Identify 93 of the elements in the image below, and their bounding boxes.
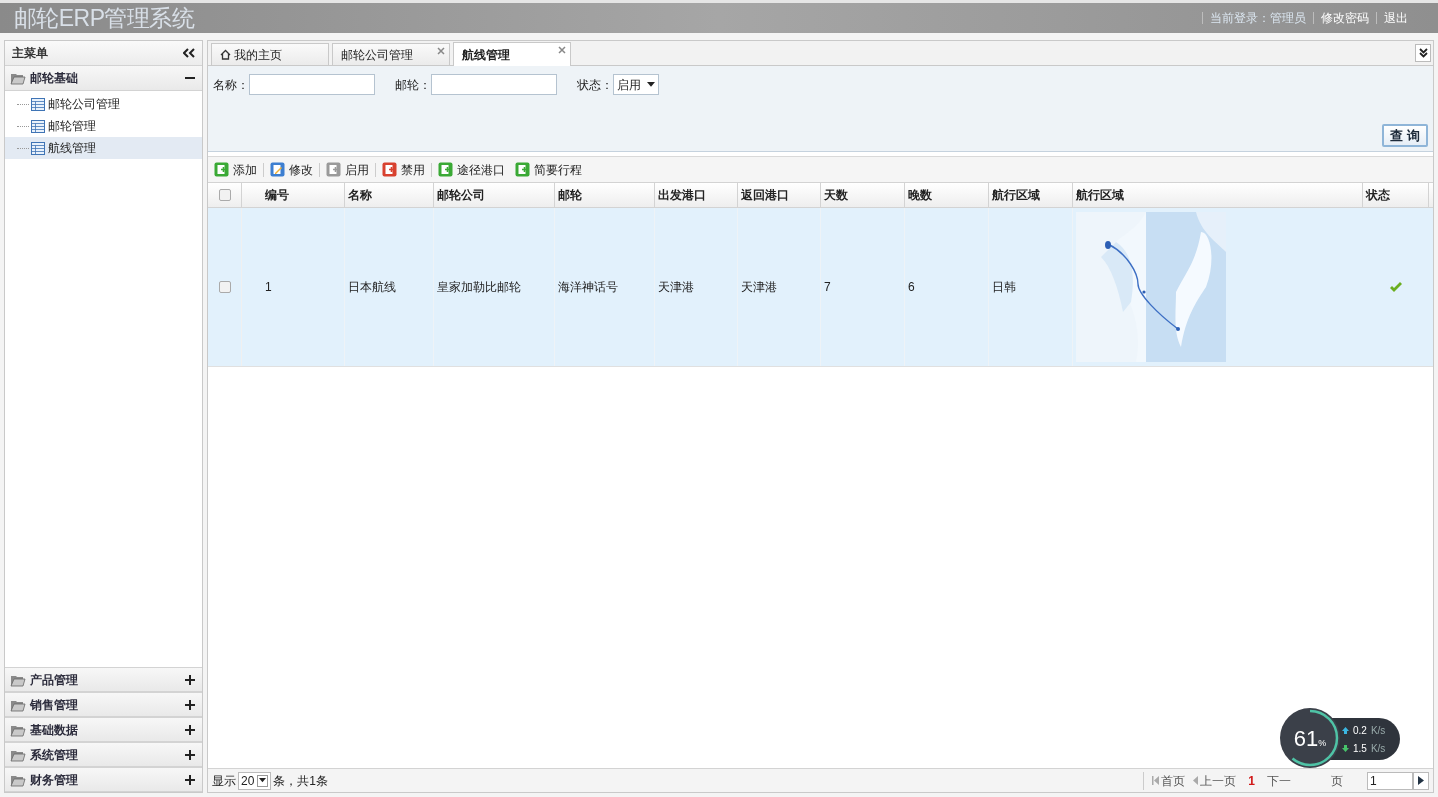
usage-percent: 61% [1293,724,1327,753]
toolbar-button[interactable]: 途径港口 [438,160,505,179]
current-user-label: 当前登录：管理员 [1210,10,1306,27]
close-icon[interactable] [437,47,445,55]
table-icon [31,119,45,133]
column-header: 返回港口 [738,183,821,207]
menu-item[interactable]: 航线管理 [5,137,202,159]
caret-icon [647,82,655,87]
menu-group-label: 邮轮基础 [30,70,78,87]
first-page-icon [1152,776,1160,785]
collapse-icon[interactable] [183,48,195,58]
current-page: 1 [1248,772,1255,790]
menu-item[interactable]: 邮轮公司管理 [5,93,202,115]
page-size-select[interactable]: 20 [238,771,272,790]
tab[interactable]: 航线管理 [453,42,571,66]
table-cell-text: 天津港 [658,279,694,296]
table-icon [31,97,45,111]
field-label: 状态： [577,76,613,94]
menu-group-header[interactable]: 基础数据 [5,717,202,742]
previous-page-icon [1193,776,1199,785]
home-icon [220,49,231,60]
document-icon [438,162,453,177]
folder-icon [10,71,26,85]
pencil-icon [270,162,285,177]
table-cell-text: 1 [265,279,272,296]
column-header: 名称 [345,183,434,207]
text-field[interactable] [249,74,375,95]
toolbar-button[interactable]: 简要行程 [515,160,582,179]
page-input[interactable]: 1 [1367,771,1413,790]
up-arrow-icon [1342,726,1349,734]
tab-menu-button[interactable] [1415,44,1431,62]
table-cell-text: 天津港 [741,279,777,296]
table-cell-text: 皇家加勒比邮轮 [437,279,521,296]
menu-group-label: 财务管理 [30,771,78,789]
pager-link[interactable]: 页 [1331,771,1343,790]
chevrons-down-icon [1418,48,1428,58]
select-all-checkbox[interactable] [218,189,231,201]
table-cell-text: 6 [908,279,915,296]
table-cell-text: 海洋神话号 [558,279,618,296]
document-icon [214,162,229,177]
column-header: 状态 [1363,183,1429,207]
menu-group-header[interactable]: 邮轮基础 [5,66,202,91]
toolbar-button[interactable]: 添加 [214,160,257,179]
document-icon [515,162,530,177]
download-rate: 1.5 K/s [1342,740,1400,756]
table-cell-text: 日韩 [992,279,1016,296]
menu-group-header[interactable]: 销售管理 [5,692,202,717]
column-header: 航行区域 [1073,183,1363,207]
toolbar-button[interactable]: 启用 [326,160,369,179]
column-header: 出发港口 [655,183,738,207]
sidebar-title: 主菜单 [12,45,48,62]
status-select[interactable]: 启用 [613,74,659,95]
field-label: 邮轮： [395,76,431,94]
tab[interactable]: 我的主页 [211,43,329,65]
close-icon[interactable] [558,46,566,54]
caret-icon [259,778,267,783]
column-header: 邮轮 [555,183,655,207]
total-label: 条，共1条 [273,772,329,790]
table-cell-text: 7 [824,279,831,296]
show-label: 显示 [212,772,236,790]
menu-group-header[interactable]: 系统管理 [5,742,202,767]
field-label: 名称： [213,76,249,94]
query-button[interactable]: 查 询 [1382,124,1428,147]
app-title: 邮轮ERP管理系统 [14,3,195,33]
column-header: 邮轮公司 [434,183,555,207]
menu-group-label: 基础数据 [30,721,78,739]
column-header: 晚数 [905,183,989,207]
column-header: 编号 [242,183,345,207]
row-checkbox[interactable] [218,281,231,293]
column-header: 天数 [821,183,905,207]
text-field[interactable] [431,74,557,95]
table-icon [31,141,45,155]
document-icon [382,162,397,177]
menu-group-label: 产品管理 [30,671,78,689]
pager-link[interactable]: 下一 [1267,771,1291,790]
menu-group-header[interactable]: 产品管理 [5,667,202,692]
play-icon [1418,776,1424,785]
menu-item[interactable]: 邮轮管理 [5,115,202,137]
down-arrow-icon [1342,744,1349,752]
go-button[interactable] [1413,771,1429,790]
pager-link[interactable]: 首页 [1152,771,1186,790]
tab[interactable]: 邮轮公司管理 [332,43,450,65]
upload-rate: 0.2 K/s [1342,722,1400,738]
menu-group-label: 销售管理 [30,696,78,714]
table-row[interactable]: 1 日本航线 皇家加勒比邮轮 海洋神话号 天津港 天津港 7 6 日韩 [208,208,1433,367]
menu-group-label: 系统管理 [30,746,78,764]
menu-group-header[interactable]: 财务管理 [5,767,202,792]
table-cell-text: 日本航线 [348,279,396,296]
toolbar-button[interactable]: 禁用 [382,160,425,179]
pager-link[interactable]: 上一页 [1193,771,1237,790]
toolbar-button[interactable]: 修改 [270,160,313,179]
column-header: 航行区域 [989,183,1073,207]
document-icon [326,162,341,177]
